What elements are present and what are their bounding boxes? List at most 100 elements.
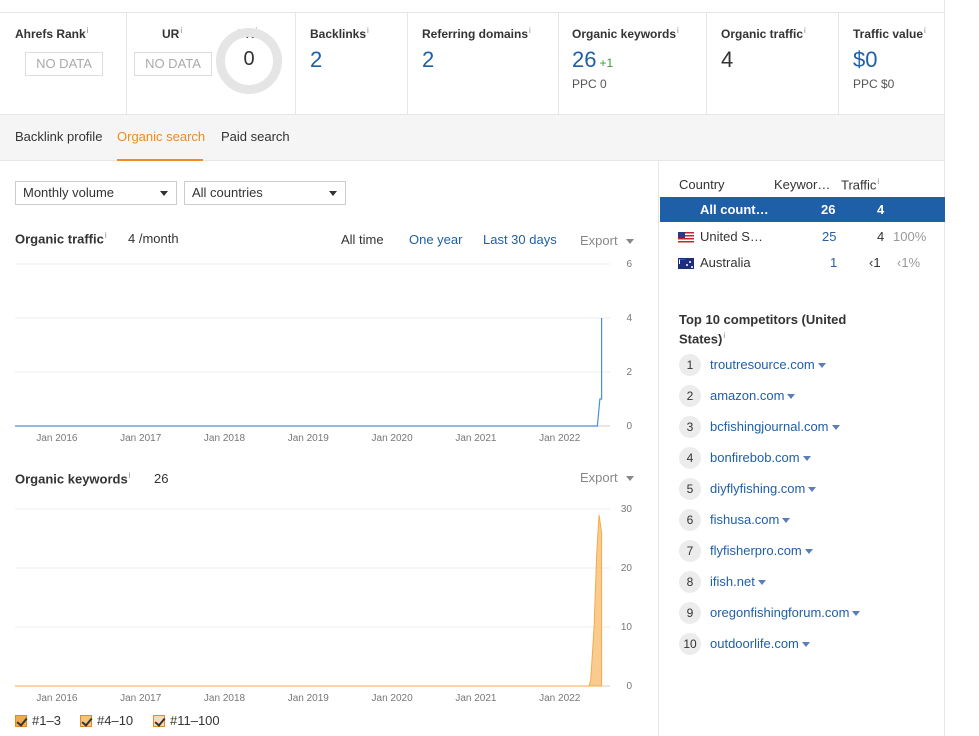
legend-item[interactable]: #11–100 (153, 713, 220, 728)
metric-referring-domains: Referring domainsi 2 (408, 13, 559, 115)
competitor-link[interactable]: outdoorlife.com (710, 636, 810, 651)
country-keywords[interactable]: 25 (822, 229, 836, 244)
metric-organic-traffic: Organic traffici 4 (707, 13, 839, 115)
col-header-country[interactable]: Country (679, 177, 725, 192)
country-keywords: 26 (821, 202, 836, 217)
x-tick-label: Jan 2021 (455, 693, 497, 704)
country-traffic: 4 (877, 202, 885, 217)
rank-badge: 4 (679, 447, 701, 469)
col-header-keywords[interactable]: Keywor… (774, 177, 830, 192)
metric-label: Referring domainsi (422, 26, 531, 41)
y-tick-label: 4 (626, 313, 632, 324)
tab-paid-search[interactable]: Paid search (221, 129, 290, 144)
rank-badge: 6 (679, 509, 701, 531)
metric-no-data: NO DATA (25, 52, 103, 76)
y-tick-label: 0 (626, 421, 632, 432)
range-last-30-days[interactable]: Last 30 days (483, 232, 557, 247)
x-tick-label: Jan 2022 (539, 433, 581, 444)
competitor-link[interactable]: ifish.net (710, 574, 766, 589)
info-icon[interactable]: i (804, 26, 806, 35)
range-all-time[interactable]: All time (341, 232, 384, 247)
country-row-us[interactable]: United S… 25 4 100% (660, 224, 945, 249)
organic-traffic-title: Organic traffici (15, 231, 107, 247)
info-icon[interactable]: i (723, 331, 725, 340)
x-tick-label: Jan 2016 (36, 693, 78, 704)
competitor-link[interactable]: diyflyfishing.com (710, 481, 816, 496)
country-name: United S… (700, 229, 763, 244)
checkbox-icon[interactable] (15, 715, 27, 727)
metric-value[interactable]: 2 (310, 47, 322, 73)
metric-value[interactable]: 2 (422, 47, 434, 73)
competitor-link[interactable]: troutresource.com (710, 357, 826, 372)
export-traffic-button[interactable]: Export (580, 233, 634, 248)
country-traffic: 4 (877, 229, 885, 244)
tab-bar: Backlink profile Organic search Paid sea… (0, 114, 945, 161)
info-icon[interactable]: i (105, 231, 107, 240)
page: Ahrefs Ranki NO DATA URi NO DATA DRi 0 B… (0, 0, 945, 736)
dr-value: 0 (243, 48, 255, 70)
legend-item[interactable]: #4–10 (80, 713, 133, 728)
competitor-link[interactable]: bonfirebob.com (710, 450, 811, 465)
volume-select[interactable]: Monthly volume (15, 181, 177, 205)
competitor-link[interactable]: amazon.com (710, 388, 795, 403)
metric-sub: PPC $0 (853, 77, 895, 91)
y-tick-label: 30 (621, 504, 633, 515)
range-one-year[interactable]: One year (409, 232, 462, 247)
checkbox-icon[interactable] (80, 715, 92, 727)
metric-label: Organic keywordsi (572, 26, 679, 41)
col-header-traffic[interactable]: Traffici (841, 177, 879, 192)
y-tick-label: 0 (626, 681, 632, 692)
info-icon[interactable]: i (677, 26, 679, 35)
active-tab-indicator (117, 159, 203, 161)
competitors-title: Top 10 competitors (United States)i (679, 312, 847, 347)
tab-organic-search[interactable]: Organic search (117, 129, 205, 144)
x-tick-label: Jan 2019 (288, 433, 330, 444)
chevron-down-icon (329, 191, 337, 196)
rank-badge: 1 (679, 354, 701, 376)
rank-badge: 8 (679, 571, 701, 593)
metric-label: Backlinksi (310, 26, 369, 41)
metric-value-link[interactable]: 26 (572, 47, 596, 72)
country-name: Australia (700, 255, 751, 270)
metric-value: 26 +1 (572, 47, 613, 73)
metric-backlinks: Backlinksi 2 (296, 13, 408, 115)
info-icon[interactable]: i (87, 26, 89, 35)
info-icon[interactable]: i (877, 177, 879, 186)
info-icon[interactable]: i (129, 471, 131, 480)
x-tick-label: Jan 2020 (372, 433, 414, 444)
country-share: ‹1% (897, 255, 921, 270)
country-row-au[interactable]: Australia 1 ‹1 ‹1% (660, 250, 945, 275)
info-icon[interactable]: i (529, 26, 531, 35)
country-keywords[interactable]: 1 (830, 255, 837, 270)
country-select-value: All countries (192, 185, 263, 200)
info-icon[interactable]: i (180, 26, 182, 35)
metric-organic-keywords: Organic keywordsi 26 +1 PPC 0 (559, 13, 707, 115)
country-share: 100% (893, 229, 927, 244)
competitor-link[interactable]: flyfisherpro.com (710, 543, 813, 558)
rank-badge: 3 (679, 416, 701, 438)
competitor-link[interactable]: fishusa.com (710, 512, 790, 527)
volume-select-value: Monthly volume (23, 185, 115, 200)
organic-keywords-title: Organic keywordsi (15, 471, 131, 487)
y-tick-label: 10 (621, 622, 633, 633)
y-tick-label: 2 (626, 367, 632, 378)
x-tick-label: Jan 2021 (455, 433, 497, 444)
info-icon[interactable]: i (924, 26, 926, 35)
export-keywords-button[interactable]: Export (580, 470, 634, 485)
country-select[interactable]: All countries (184, 181, 346, 205)
tab-backlink-profile[interactable]: Backlink profile (15, 129, 102, 144)
metric-no-data: NO DATA (134, 52, 212, 76)
metric-delta: +1 (599, 56, 614, 70)
chevron-down-icon (160, 191, 168, 196)
info-icon[interactable]: i (367, 26, 369, 35)
series-area (15, 514, 603, 687)
competitor-link[interactable]: bcfishingjournal.com (710, 419, 840, 434)
competitor-link[interactable]: oregonfishingforum.com (710, 605, 860, 620)
checkbox-icon[interactable] (153, 715, 165, 727)
legend-item[interactable]: #1–3 (15, 713, 61, 728)
country-row-all[interactable]: All count… 26 4 (660, 197, 945, 222)
x-tick-label: Jan 2019 (288, 693, 330, 704)
metric-value[interactable]: $0 (853, 47, 877, 73)
metric-label: Traffic valuei (853, 26, 926, 41)
au-flag-icon (678, 258, 694, 269)
